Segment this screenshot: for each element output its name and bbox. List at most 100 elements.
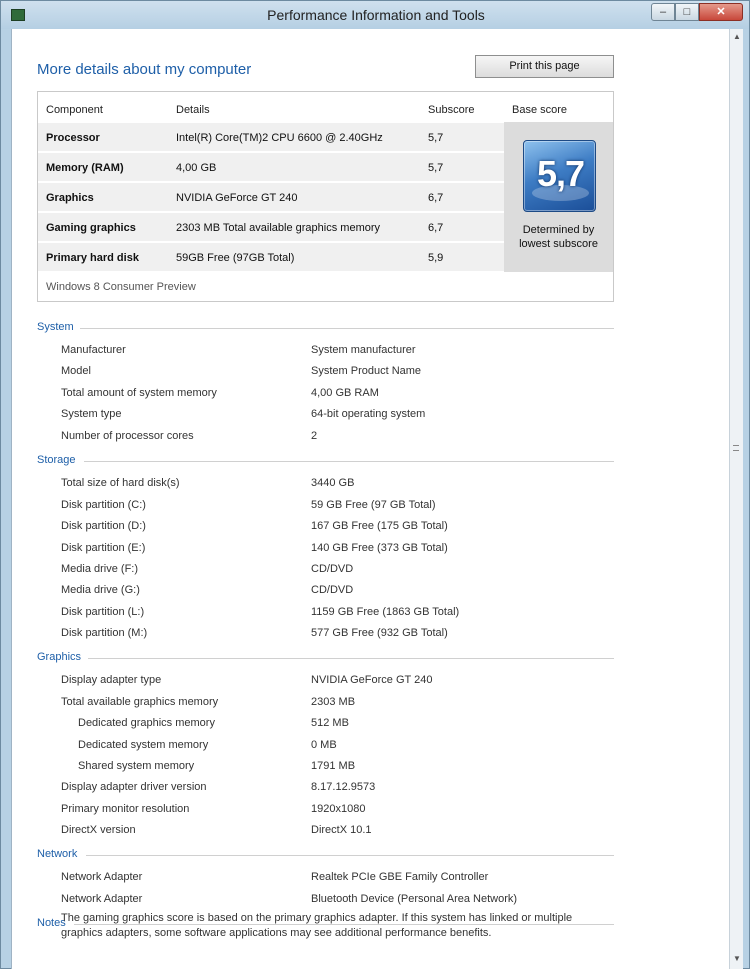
property-value: 577 GB Free (932 GB Total): [311, 627, 448, 639]
component-details: 4,00 GB: [176, 162, 217, 174]
base-caption-line1: Determined by: [522, 224, 595, 236]
property-value: 2303 MB: [311, 696, 356, 708]
section-divider: [84, 461, 614, 462]
property-label: Model: [61, 365, 91, 377]
notes-text: The gaming graphics score is based on th…: [61, 912, 573, 939]
property-value: System Product Name: [311, 365, 422, 377]
property-value: CD/DVD: [311, 563, 354, 575]
section-divider: [88, 658, 614, 659]
score-row-primary-hard-disk: Primary hard disk 59GB Free (97GB Total)…: [38, 242, 504, 271]
details-content: More details about my computer Print thi…: [11, 29, 729, 969]
section-title-storage: Storage: [37, 454, 76, 466]
component-details: 2303 MB Total available graphics memory: [176, 222, 381, 234]
property-label: Dedicated system memory: [78, 739, 209, 751]
component-subscore: 5,7: [428, 132, 444, 144]
window-title: Performance Information and Tools: [267, 7, 485, 23]
header-component: Component: [46, 104, 103, 116]
score-row-memory: Memory (RAM) 4,00 GB 5,7: [38, 152, 504, 181]
property-label: DirectX version: [61, 824, 136, 836]
property-label: Total amount of system memory: [61, 387, 217, 399]
header-details: Details: [176, 104, 210, 116]
performance-window: Performance Information and Tools – □ ✕ …: [0, 0, 750, 969]
score-row-graphics: Graphics NVIDIA GeForce GT 240 6,7: [38, 182, 504, 211]
score-row-gaming-graphics: Gaming graphics 2303 MB Total available …: [38, 212, 504, 241]
property-value: 59 GB Free (97 GB Total): [311, 499, 436, 511]
property-value: 2: [311, 430, 318, 442]
property-value: 1791 MB: [311, 760, 356, 772]
property-label: Display adapter type: [61, 674, 162, 686]
component-details: NVIDIA GeForce GT 240: [176, 192, 298, 204]
property-value: System manufacturer: [311, 344, 416, 356]
property-label: Primary monitor resolution: [61, 803, 190, 815]
scroll-grip-icon[interactable]: [733, 445, 739, 451]
component-name: Processor: [46, 132, 100, 144]
component-details: Intel(R) Core(TM)2 CPU 6600 @ 2.40GHz: [176, 132, 383, 144]
header-base-score: Base score: [512, 104, 568, 116]
print-page-button[interactable]: Print this page: [475, 55, 614, 78]
section-title-graphics: Graphics: [37, 651, 82, 663]
title-bar[interactable]: Performance Information and Tools – □ ✕: [1, 1, 749, 29]
component-subscore: 6,7: [428, 192, 444, 204]
property-label: Network Adapter: [61, 871, 143, 883]
component-name: Gaming graphics: [46, 222, 136, 234]
property-value: CD/DVD: [311, 584, 354, 596]
property-label: Disk partition (D:): [61, 520, 146, 532]
property-label: Number of processor cores: [61, 430, 194, 442]
score-row-processor: Processor Intel(R) Core(TM)2 CPU 6600 @ …: [38, 122, 504, 151]
property-value: 1920x1080: [311, 803, 366, 815]
section-title-network: Network: [37, 848, 78, 860]
vertical-scrollbar[interactable]: ▲ ▼: [729, 29, 743, 969]
property-value: 4,00 GB RAM: [311, 387, 379, 399]
base-caption-line2: lowest subscore: [519, 238, 598, 250]
property-value: 140 GB Free (373 GB Total): [311, 542, 448, 554]
property-value: 1159 GB Free (1863 GB Total): [311, 606, 460, 618]
section-title-system: System: [37, 321, 74, 333]
property-label: Total available graphics memory: [61, 696, 219, 708]
property-label: Dedicated graphics memory: [78, 717, 215, 729]
property-value: Bluetooth Device (Personal Area Network): [311, 893, 518, 905]
scroll-down-icon[interactable]: ▼: [731, 953, 743, 965]
os-name: Windows 8 Consumer Preview: [46, 281, 196, 293]
close-button[interactable]: ✕: [699, 3, 743, 21]
property-label: Disk partition (E:): [61, 542, 146, 554]
property-value: 8.17.12.9573: [311, 781, 376, 793]
property-label: Disk partition (M:): [61, 627, 148, 639]
component-name: Primary hard disk: [46, 252, 139, 264]
property-value: 0 MB: [311, 739, 337, 751]
property-label: Shared system memory: [78, 760, 195, 772]
property-label: Disk partition (C:): [61, 499, 146, 511]
property-value: 512 MB: [311, 717, 349, 729]
maximize-button[interactable]: □: [675, 3, 699, 21]
component-name: Graphics: [46, 192, 94, 204]
property-label: Disk partition (L:): [61, 606, 145, 618]
base-score-caption: Determined by lowest subscore: [504, 223, 613, 251]
score-table: Component Details Subscore Base score Pr…: [37, 91, 614, 302]
scroll-up-icon[interactable]: ▲: [731, 31, 743, 43]
component-subscore: 6,7: [428, 222, 444, 234]
property-value: 3440 GB: [311, 477, 355, 489]
property-label: Display adapter driver version: [61, 781, 207, 793]
property-label: Manufacturer: [61, 344, 126, 356]
property-label: Media drive (F:): [61, 563, 139, 575]
property-value: 64-bit operating system: [311, 408, 426, 420]
property-label: Network Adapter: [61, 893, 143, 905]
property-value: NVIDIA GeForce GT 240: [311, 674, 433, 686]
property-value: Realtek PCIe GBE Family Controller: [311, 871, 489, 883]
component-details: 59GB Free (97GB Total): [176, 252, 295, 264]
base-score-panel: 5,7 Determined by lowest subscore: [504, 122, 613, 272]
base-score-value: 5,7: [536, 153, 585, 194]
minimize-button[interactable]: –: [651, 3, 675, 21]
section-divider: [80, 328, 614, 329]
property-label: System type: [61, 408, 122, 420]
property-value: DirectX 10.1: [311, 824, 372, 836]
property-value: 167 GB Free (175 GB Total): [311, 520, 448, 532]
component-subscore: 5,9: [428, 252, 444, 264]
base-score-badge: 5,7: [523, 140, 596, 212]
property-label: Media drive (G:): [61, 584, 140, 596]
property-label: Total size of hard disk(s): [61, 477, 180, 489]
header-subscore: Subscore: [428, 104, 475, 116]
page-title: More details about my computer: [37, 61, 252, 78]
section-divider: [86, 855, 614, 856]
component-name: Memory (RAM): [46, 162, 124, 174]
component-subscore: 5,7: [428, 162, 444, 174]
